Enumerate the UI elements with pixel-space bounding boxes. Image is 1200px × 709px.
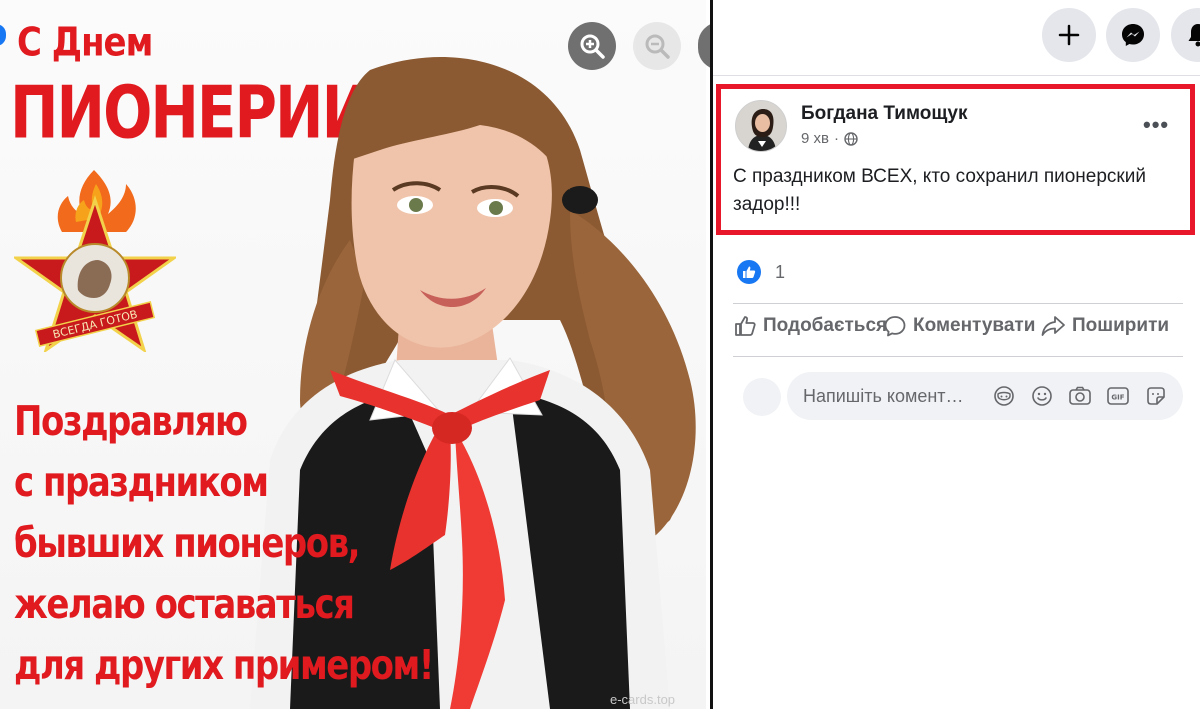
zoom-out-button[interactable] bbox=[633, 22, 681, 70]
comment-tools: GIF bbox=[992, 384, 1168, 408]
comment-label: Коментувати bbox=[913, 315, 1036, 336]
chat-indicator bbox=[0, 24, 6, 46]
post-text: С праздником ВСЕХ, кто сохранил пионерск… bbox=[733, 166, 1146, 215]
notifications-button[interactable] bbox=[1171, 8, 1200, 62]
thumbs-up-icon bbox=[735, 316, 756, 336]
sticker-icon[interactable] bbox=[1144, 384, 1168, 408]
photo-viewer: С Днем ПИОНЕРИИ! ВСЕГДА ГОТОВ Поздравляю… bbox=[0, 0, 710, 709]
reactions-summary[interactable]: 1 bbox=[737, 260, 785, 284]
share-button[interactable]: Поширити bbox=[1040, 314, 1169, 338]
messenger-button[interactable] bbox=[1106, 8, 1160, 62]
comment-icon bbox=[884, 316, 906, 337]
avatar[interactable] bbox=[735, 100, 787, 152]
zoom-in-button[interactable] bbox=[568, 22, 616, 70]
post-options-button[interactable]: ••• bbox=[1143, 112, 1169, 138]
post-actions: Подобається Коментувати Поширити bbox=[733, 314, 1193, 350]
zoom-out-icon bbox=[645, 34, 670, 59]
avatar-sticker-icon[interactable] bbox=[992, 384, 1016, 408]
poster-image: С Днем ПИОНЕРИИ! ВСЕГДА ГОТОВ Поздравляю… bbox=[0, 0, 706, 709]
emoji-icon[interactable] bbox=[1030, 384, 1054, 408]
post-meta: 9 хв · bbox=[801, 130, 858, 147]
like-label: Подобається bbox=[763, 315, 888, 336]
create-button[interactable] bbox=[1042, 8, 1096, 62]
comment-button[interactable]: Коментувати bbox=[883, 314, 1035, 338]
greeting-line: для других примером! bbox=[14, 641, 434, 690]
topbar-divider bbox=[713, 75, 1200, 76]
poster-greeting: Поздравляю с праздником бывших пионеров,… bbox=[14, 392, 434, 697]
camera-icon[interactable] bbox=[1068, 384, 1092, 408]
comment-input[interactable]: Напишіть комент… GIF bbox=[787, 372, 1183, 420]
plus-icon bbox=[1058, 24, 1080, 46]
svg-text:GIF: GIF bbox=[1111, 394, 1124, 402]
meta-separator: · bbox=[833, 130, 839, 147]
reactions-count: 1 bbox=[775, 261, 786, 282]
like-button[interactable]: Подобається bbox=[733, 314, 887, 338]
poster-title-line1: С Днем bbox=[17, 20, 153, 66]
share-label: Поширити bbox=[1072, 315, 1170, 336]
post-time[interactable]: 9 хв bbox=[801, 130, 829, 147]
messenger-icon bbox=[1122, 24, 1144, 46]
divider bbox=[733, 356, 1183, 357]
divider bbox=[733, 303, 1183, 304]
globe-icon bbox=[844, 131, 858, 146]
post-panel: Богдана Тимощук 9 хв · ••• С праздником … bbox=[713, 0, 1200, 709]
like-reaction-icon bbox=[737, 260, 761, 284]
gif-icon[interactable]: GIF bbox=[1106, 384, 1130, 408]
zoom-in-icon bbox=[580, 34, 605, 59]
bell-icon bbox=[1188, 24, 1200, 47]
commenter-avatar bbox=[743, 378, 781, 416]
watermark: e-cards.top bbox=[610, 692, 676, 707]
comment-placeholder: Напишіть комент… bbox=[803, 385, 964, 406]
post-author[interactable]: Богдана Тимощук bbox=[801, 103, 967, 125]
avatar-photo bbox=[736, 101, 786, 151]
share-icon bbox=[1041, 316, 1065, 336]
